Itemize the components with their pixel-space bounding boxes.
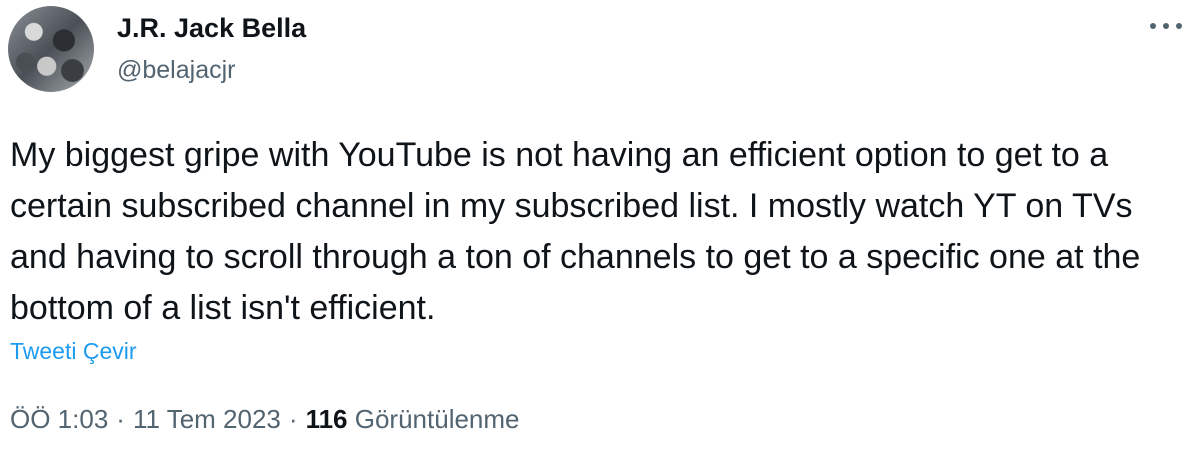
avatar[interactable] — [8, 6, 94, 92]
translate-tweet-link[interactable]: Tweeti Çevir — [10, 337, 137, 365]
tweet-time[interactable]: ÖÖ 1:03 — [10, 404, 108, 434]
more-dot-icon — [1163, 23, 1169, 29]
meta-separator: · — [116, 404, 125, 434]
meta-separator: · — [288, 404, 298, 434]
views-count: 116 — [305, 404, 348, 434]
more-dot-icon — [1176, 23, 1182, 29]
tweet-text: My biggest gripe with YouTube is not hav… — [10, 136, 1141, 327]
author-display-name[interactable]: J.R. Jack Bella — [117, 12, 306, 44]
author-handle[interactable]: @belajacjr — [117, 55, 235, 85]
more-dot-icon — [1150, 23, 1156, 29]
tweet-date[interactable]: 11 Tem 2023 — [133, 404, 281, 434]
views-label: Görüntülenme — [354, 404, 520, 434]
tweet-meta: ÖÖ 1:03 · 11 Tem 2023 · 116 Görüntülenme — [10, 402, 520, 436]
more-icon[interactable] — [1148, 14, 1184, 38]
